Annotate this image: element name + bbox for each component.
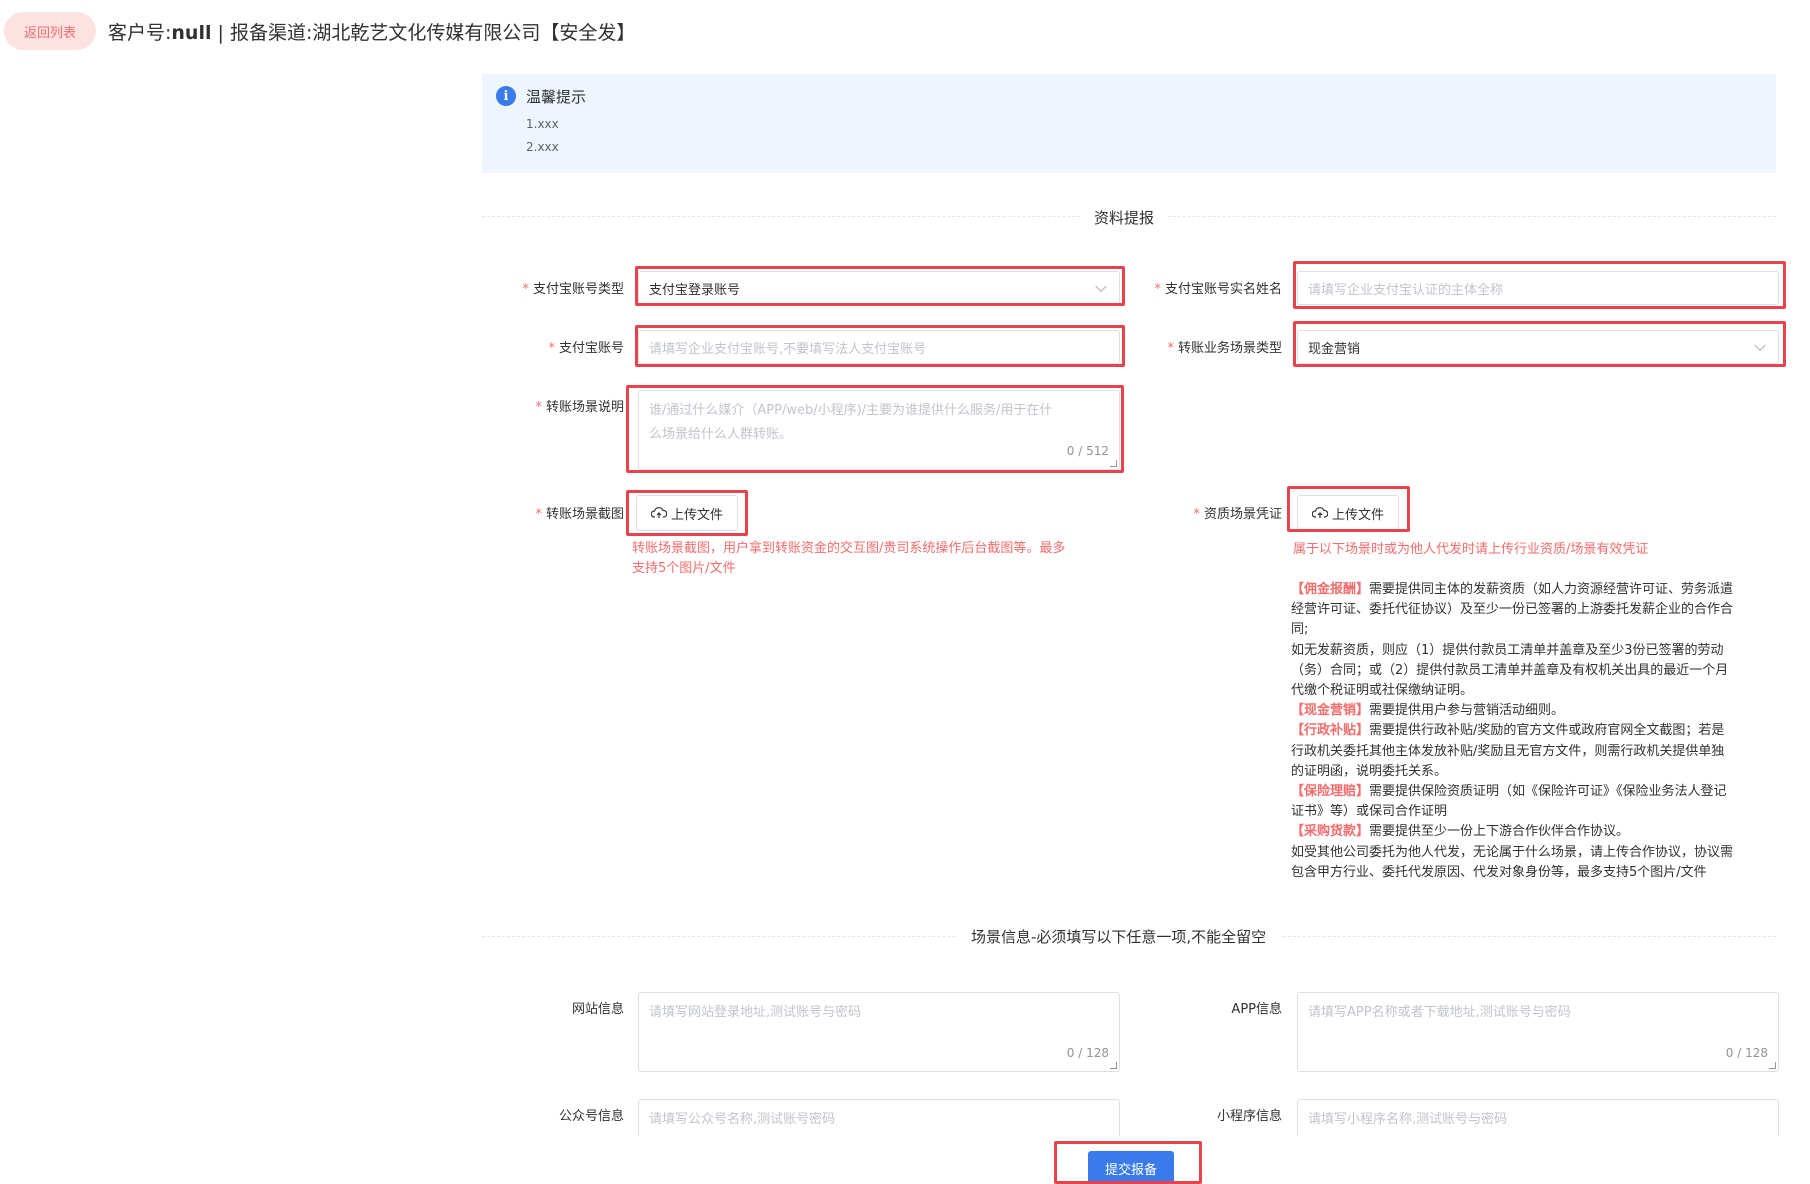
placeholder-line: 请填写公众号名称,测试账号密码 xyxy=(649,1112,836,1127)
highlight-box xyxy=(1293,321,1786,367)
section-title-scene-info: 场景信息-必须填写以下任意一项,不能全留空 xyxy=(957,926,1281,947)
tip-title: 温馨提示 xyxy=(526,88,587,106)
official-account-textarea[interactable]: 请填写公众号名称,测试账号密码 xyxy=(638,1099,1120,1137)
highlight-box xyxy=(1293,261,1786,309)
scene-desc-label: * 转账场景说明 xyxy=(535,400,624,415)
website-info-textarea[interactable]: 请填写网站登录地址,测试账号与密码 0 / 128 xyxy=(638,992,1120,1072)
official-account-label: 公众号信息 xyxy=(558,1109,624,1124)
customer-number: null xyxy=(171,22,212,44)
scene-type-label: * 转账业务场景类型 xyxy=(1167,341,1282,356)
char-counter: 0 / 128 xyxy=(1066,1046,1109,1060)
website-info-label: 网站信息 xyxy=(571,1002,624,1017)
placeholder-line: 请填写网站登录地址,测试账号与密码 xyxy=(649,1005,862,1020)
page-title: 客户号:null | 报备渠道:湖北乾艺文化传媒有限公司【安全发】 xyxy=(108,18,635,45)
app-info-textarea[interactable]: 请填写APP名称或者下载地址,测试账号与密码 0 / 128 xyxy=(1297,992,1779,1072)
highlight-box xyxy=(626,490,748,536)
qualification-requirements: 【佣金报酬】需要提供同主体的发薪资质（如人力资源经营许可证、劳务派遣 经营许可证… xyxy=(1291,582,1734,880)
section-title-materials: 资料提报 xyxy=(1080,207,1169,228)
tip-box xyxy=(482,74,1776,173)
title-prefix: 客户号: xyxy=(108,22,172,44)
tip-line: 1.xxx xyxy=(526,117,559,131)
qualification-label: * 资质场景凭证 xyxy=(1193,507,1282,522)
scene-screenshot-label: * 转账场景截图 xyxy=(535,507,624,522)
title-channel: | 报备渠道:湖北乾艺文化传媒有限公司【安全发】 xyxy=(211,22,636,44)
tip-line: 2.xxx xyxy=(526,140,559,154)
info-icon: i xyxy=(496,86,516,106)
highlight-box xyxy=(1287,486,1410,532)
highlight-box xyxy=(635,325,1125,367)
highlight-box xyxy=(1054,1141,1202,1184)
qualification-note: 属于以下场景时或为他人代发时请上传行业资质/场景有效凭证 xyxy=(1293,542,1649,557)
highlight-box xyxy=(626,385,1124,473)
char-counter: 0 / 128 xyxy=(1725,1046,1768,1060)
app-info-label: APP信息 xyxy=(1231,1002,1282,1017)
mini-program-textarea[interactable]: 请填写小程序名称,测试账号与密码 xyxy=(1297,1099,1779,1137)
placeholder-line: 请填写小程序名称,测试账号与密码 xyxy=(1308,1112,1508,1127)
placeholder-line: 请填写APP名称或者下载地址,测试账号与密码 xyxy=(1308,1005,1571,1020)
resize-handle-icon[interactable] xyxy=(1110,1062,1117,1069)
resize-handle-icon[interactable] xyxy=(1769,1062,1776,1069)
back-to-list-button[interactable]: 返回列表 xyxy=(4,12,96,50)
alipay-type-label: * 支付宝账号类型 xyxy=(522,282,624,297)
alipay-account-label: * 支付宝账号 xyxy=(548,341,624,356)
highlight-box xyxy=(635,266,1125,306)
alipay-name-label: * 支付宝账号实名姓名 xyxy=(1154,282,1282,297)
mini-program-label: 小程序信息 xyxy=(1216,1109,1282,1124)
screenshot-note: 转账场景截图，用户拿到转账资金的交互图/贵司系统操作后台截图等。最多 支持5个图… xyxy=(632,541,1066,576)
